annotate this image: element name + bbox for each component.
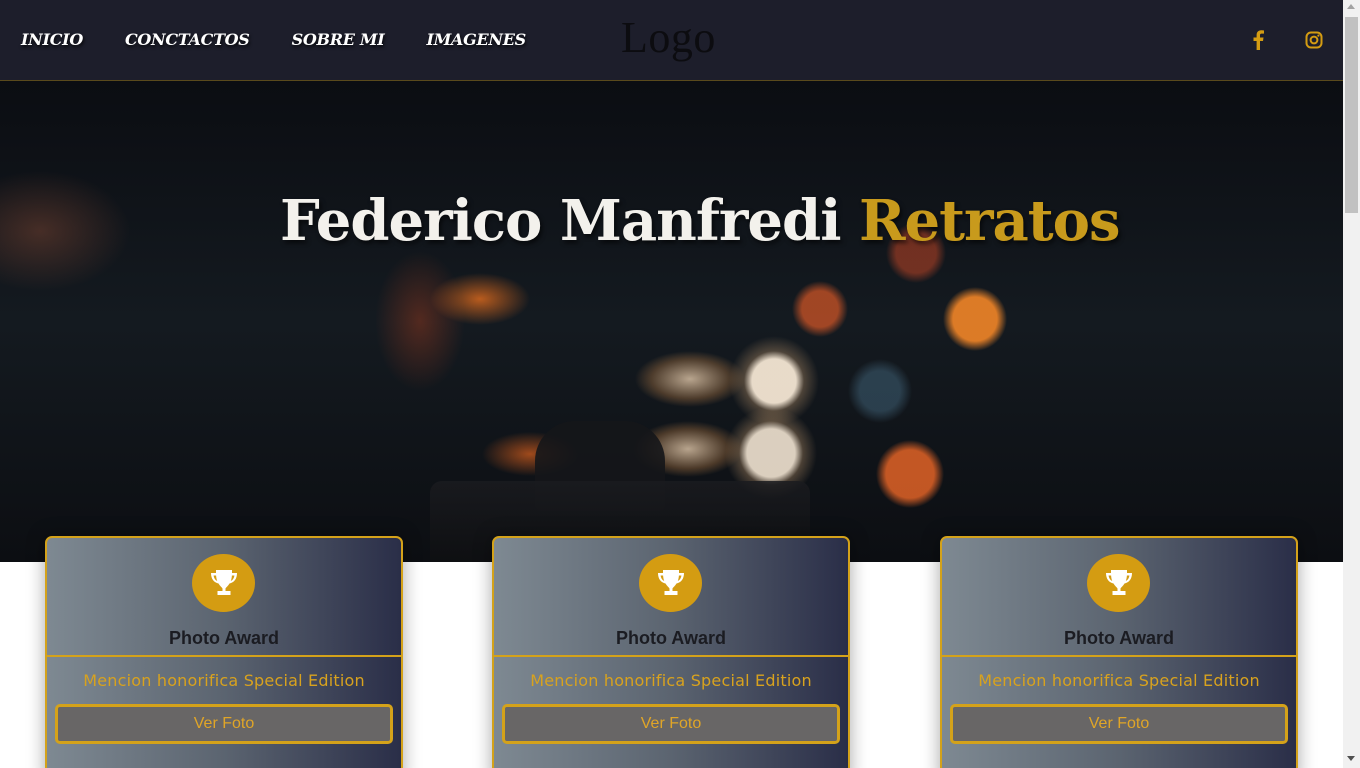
ver-foto-button[interactable]: Ver Foto — [55, 704, 393, 744]
award-card-header: Photo Award — [494, 538, 848, 657]
award-card-header: Photo Award — [47, 538, 401, 657]
trophy-icon — [1087, 554, 1150, 612]
award-card-subtitle: Mencion honorifica Special Edition — [978, 671, 1260, 690]
award-card-subtitle: Mencion honorifica Special Edition — [530, 671, 812, 690]
award-card: Photo Award Mencion honorifica Special E… — [45, 536, 403, 768]
vertical-scrollbar[interactable] — [1343, 0, 1360, 768]
nav-link-contactos[interactable]: CONCTACTOS — [125, 30, 250, 49]
award-card: Photo Award Mencion honorifica Special E… — [940, 536, 1298, 768]
award-card-title: Photo Award — [1063, 628, 1174, 648]
trophy-icon — [639, 554, 702, 612]
award-card: Photo Award Mencion honorifica Special E… — [492, 536, 850, 768]
instagram-icon[interactable] — [1304, 30, 1324, 50]
hero-title: Federico Manfredi Retratos — [280, 188, 1121, 254]
facebook-icon[interactable] — [1248, 30, 1268, 50]
site-logo[interactable]: Logo — [621, 12, 716, 63]
award-card-subtitle: Mencion honorifica Special Edition — [83, 671, 365, 690]
scroll-down-arrow-icon[interactable] — [1347, 756, 1355, 761]
ver-foto-button[interactable]: Ver Foto — [950, 704, 1288, 744]
award-card-title: Photo Award — [615, 628, 726, 648]
hero-title-name: Federico Manfredi — [280, 188, 841, 254]
hero-banner: Federico Manfredi Retratos — [0, 81, 1343, 562]
hero-title-accent: Retratos — [858, 188, 1121, 254]
nav-link-imagenes[interactable]: IMAGENES — [426, 30, 526, 49]
award-card-title: Photo Award — [168, 628, 279, 648]
award-card-header: Photo Award — [942, 538, 1296, 657]
nav-link-inicio[interactable]: INICIO — [21, 30, 83, 49]
scroll-up-arrow-icon[interactable] — [1347, 4, 1355, 9]
top-navbar: INICIO CONCTACTOS SOBRE MI IMAGENES Logo — [0, 0, 1343, 81]
nav-links: INICIO CONCTACTOS SOBRE MI IMAGENES — [21, 30, 568, 49]
ver-foto-button[interactable]: Ver Foto — [502, 704, 840, 744]
nav-link-sobre-mi[interactable]: SOBRE MI — [292, 30, 385, 49]
trophy-icon — [192, 554, 255, 612]
scrollbar-thumb[interactable] — [1345, 17, 1358, 213]
